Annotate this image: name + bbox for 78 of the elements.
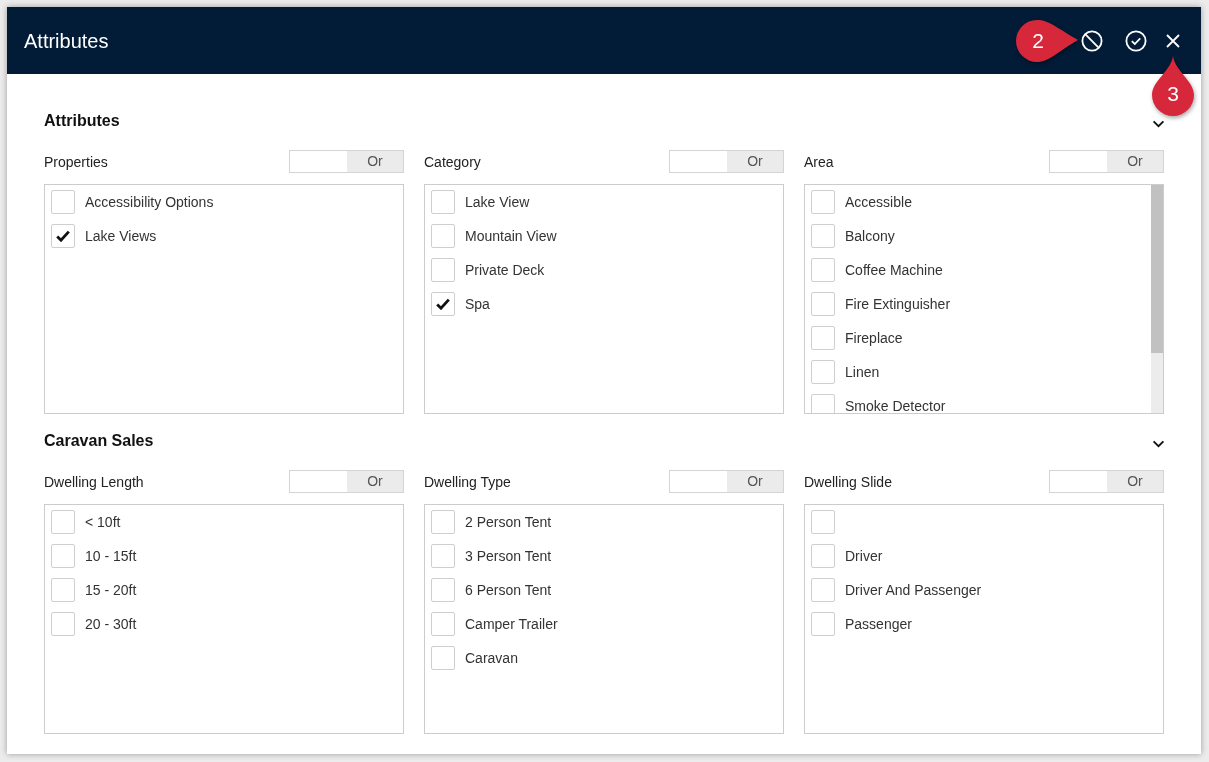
checkbox-label: Mountain View xyxy=(465,228,557,244)
checkbox-label: Accessibility Options xyxy=(85,194,214,210)
checkbox[interactable] xyxy=(51,578,75,602)
checkbox[interactable] xyxy=(51,612,75,636)
checkbox[interactable] xyxy=(51,544,75,568)
checkbox[interactable] xyxy=(811,224,835,248)
close-icon xyxy=(1166,33,1180,48)
checkmark-icon xyxy=(436,298,450,310)
checkbox-label: Linen xyxy=(845,364,880,380)
group-label: Properties xyxy=(44,152,108,171)
checkbox[interactable] xyxy=(431,578,455,602)
checkbox-label: 20 - 30ft xyxy=(85,616,137,632)
checkbox[interactable] xyxy=(811,544,835,568)
checkbox-label: 2 Person Tent xyxy=(465,514,552,530)
confirm-button[interactable] xyxy=(1124,28,1148,53)
segment-toggle[interactable]: Or xyxy=(669,470,784,493)
checkbox-label: Lake Views xyxy=(85,228,157,244)
checkbox[interactable] xyxy=(811,360,835,384)
checkbox-label: Driver xyxy=(845,548,883,564)
checkbox-label: 10 - 15ft xyxy=(85,548,137,564)
checkbox[interactable] xyxy=(431,292,455,316)
chevron-down-icon[interactable] xyxy=(1152,440,1165,448)
checkbox-label: Caravan xyxy=(465,650,518,666)
checkbox[interactable] xyxy=(431,190,455,214)
checkbox[interactable] xyxy=(811,612,835,636)
group-label: Dwelling Type xyxy=(424,472,511,491)
checkbox-label: 3 Person Tent xyxy=(465,548,552,564)
scrollbar[interactable] xyxy=(1151,185,1163,413)
checkbox[interactable] xyxy=(431,646,455,670)
group-label: Category xyxy=(424,152,481,171)
checkbox-label: Camper Trailer xyxy=(465,616,558,632)
check-circle-icon xyxy=(1125,29,1147,52)
checkbox[interactable] xyxy=(811,190,835,214)
checkbox-label: Smoke Detector xyxy=(845,398,946,413)
cancel-button[interactable] xyxy=(1080,28,1104,53)
checkbox[interactable] xyxy=(51,224,75,248)
checkbox[interactable] xyxy=(431,224,455,248)
dialog-title: Attributes xyxy=(24,28,109,53)
segment-toggle[interactable]: Or xyxy=(1049,150,1164,173)
checkbox[interactable] xyxy=(811,292,835,316)
segment-toggle[interactable]: Or xyxy=(289,150,404,173)
section-title: Caravan Sales xyxy=(44,431,154,451)
checkbox-label: < 10ft xyxy=(85,514,121,530)
group-label: Dwelling Length xyxy=(44,472,144,491)
segment-toggle[interactable]: Or xyxy=(669,150,784,173)
group-label: Dwelling Slide xyxy=(804,472,892,491)
checkbox-label: 6 Person Tent xyxy=(465,582,552,598)
segment-toggle[interactable]: Or xyxy=(289,470,404,493)
checkbox-label: Spa xyxy=(465,296,490,312)
checkbox-label: Driver And Passenger xyxy=(845,582,982,598)
checkbox-label: Lake View xyxy=(465,194,530,210)
checkbox[interactable] xyxy=(431,612,455,636)
checkbox[interactable] xyxy=(811,326,835,350)
section-title: Attributes xyxy=(44,111,120,131)
checkbox[interactable] xyxy=(51,190,75,214)
checkbox[interactable] xyxy=(51,510,75,534)
checkbox-label: Coffee Machine xyxy=(845,262,943,278)
checkbox[interactable] xyxy=(431,544,455,568)
checkbox-label: Accessible xyxy=(845,194,912,210)
checkbox-label: Balcony xyxy=(845,228,895,244)
checkbox-label: Private Deck xyxy=(465,262,545,278)
checkbox[interactable] xyxy=(811,394,835,413)
checkmark-icon xyxy=(56,230,70,242)
checkbox[interactable] xyxy=(431,258,455,282)
checkbox-label: 15 - 20ft xyxy=(85,582,137,598)
chevron-down-icon[interactable] xyxy=(1152,120,1165,128)
group-label: Area xyxy=(804,152,834,171)
checkbox-label: Passenger xyxy=(845,616,912,632)
scrollbar-thumb[interactable] xyxy=(1151,185,1163,353)
checkbox[interactable] xyxy=(811,510,835,534)
segment-toggle[interactable]: Or xyxy=(1049,470,1164,493)
ban-icon xyxy=(1081,29,1103,52)
checkbox-label: Fireplace xyxy=(845,330,903,346)
checkbox-label: Fire Extinguisher xyxy=(845,296,951,312)
callout-marker: 3 xyxy=(1151,55,1195,117)
checkbox[interactable] xyxy=(811,258,835,282)
checkbox[interactable] xyxy=(811,578,835,602)
checkbox[interactable] xyxy=(431,510,455,534)
